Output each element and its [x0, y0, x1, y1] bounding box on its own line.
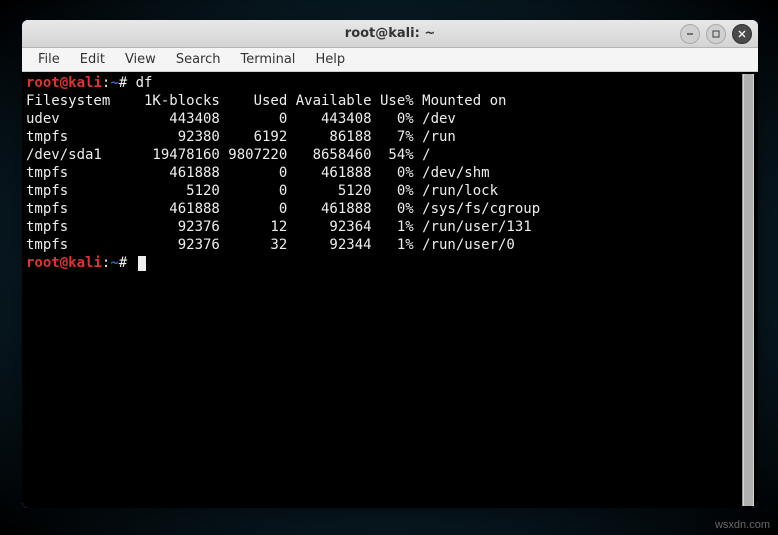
- close-button[interactable]: [732, 24, 752, 44]
- menu-edit[interactable]: Edit: [70, 50, 115, 69]
- menu-help[interactable]: Help: [305, 50, 355, 69]
- menu-file[interactable]: File: [28, 50, 70, 69]
- minimize-button[interactable]: [680, 24, 700, 44]
- terminal-body[interactable]: root@kali:~# df Filesystem 1K-blocks Use…: [22, 72, 758, 508]
- terminal-window: root@kali: ~ File Edit View Search Termi…: [22, 20, 758, 508]
- titlebar[interactable]: root@kali: ~: [22, 20, 758, 48]
- scrollbar[interactable]: [742, 74, 754, 506]
- window-controls: [680, 24, 752, 44]
- scrollbar-thumb[interactable]: [744, 74, 753, 506]
- menu-terminal[interactable]: Terminal: [230, 50, 305, 69]
- terminal-content[interactable]: root@kali:~# df Filesystem 1K-blocks Use…: [26, 74, 742, 506]
- watermark: wsxdn.com: [715, 519, 770, 531]
- cursor: [138, 256, 146, 271]
- maximize-button[interactable]: [706, 24, 726, 44]
- menubar: File Edit View Search Terminal Help: [22, 48, 758, 72]
- window-title: root@kali: ~: [345, 26, 435, 41]
- menu-view[interactable]: View: [115, 50, 166, 69]
- menu-search[interactable]: Search: [166, 50, 231, 69]
